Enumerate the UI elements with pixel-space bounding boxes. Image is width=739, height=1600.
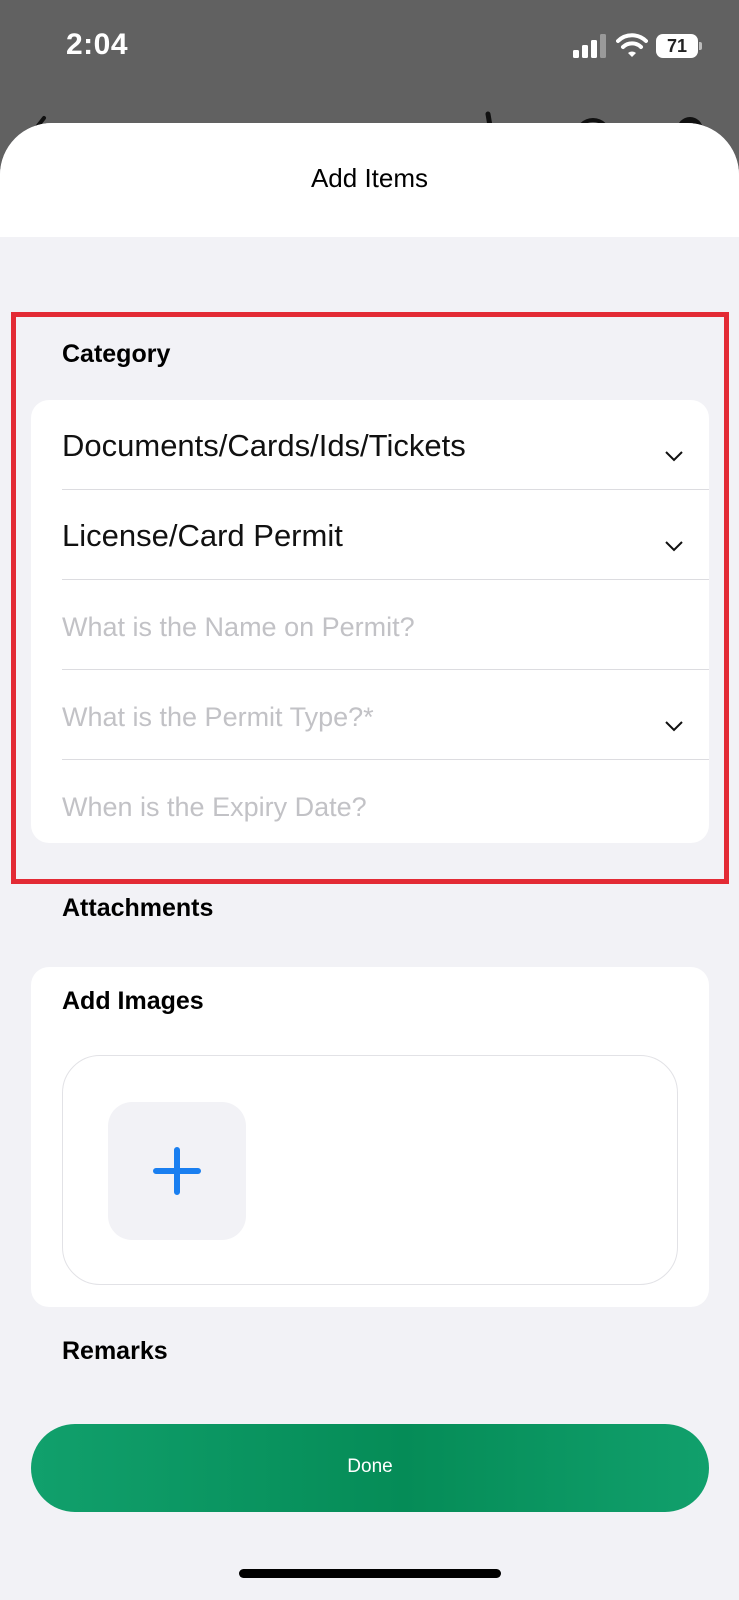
attachments-heading: Attachments [62,894,214,922]
status-bar: 2:04 71 [0,0,739,100]
sheet-title: Add Items [310,163,429,193]
done-label: Done [347,1456,393,1477]
name-on-permit-field[interactable]: What is the Name on Permit? [62,580,709,670]
add-image-button[interactable] [108,1102,246,1240]
chevron-down-icon [665,721,683,732]
expiry-date-field[interactable]: When is the Expiry Date? [62,760,709,850]
category-card: Documents/Cards/Ids/Tickets License/Card… [31,400,709,843]
permit-type-placeholder: What is the Permit Type?* [62,702,374,732]
chevron-down-icon [665,451,683,462]
category-value: Documents/Cards/Ids/Tickets [62,428,466,463]
wifi-icon [616,33,648,57]
add-items-sheet: Add Items Category Documents/Cards/Ids/T… [0,123,739,1600]
signal-icon [573,34,606,58]
remarks-heading: Remarks [62,1337,168,1365]
done-button[interactable]: Done [31,1424,709,1512]
add-images-label: Add Images [62,987,204,1015]
chevron-down-icon [665,541,683,552]
sheet-header: Add Items [0,123,739,237]
status-time: 2:04 [66,28,129,61]
attachments-card: Add Images [31,967,709,1307]
battery-cap [699,42,702,50]
expiry-date-placeholder: When is the Expiry Date? [62,792,367,822]
battery-icon: 71 [656,34,702,58]
permit-type-select[interactable]: What is the Permit Type?* [62,670,709,760]
category-heading: Category [62,340,171,368]
category-select[interactable]: Documents/Cards/Ids/Tickets [62,400,709,490]
battery-level: 71 [656,34,698,58]
name-on-permit-placeholder: What is the Name on Permit? [62,612,415,642]
home-indicator [239,1569,501,1578]
subcategory-value: License/Card Permit [62,518,343,553]
plus-icon [153,1147,201,1195]
image-drop-area [62,1055,678,1285]
subcategory-select[interactable]: License/Card Permit [62,490,709,580]
